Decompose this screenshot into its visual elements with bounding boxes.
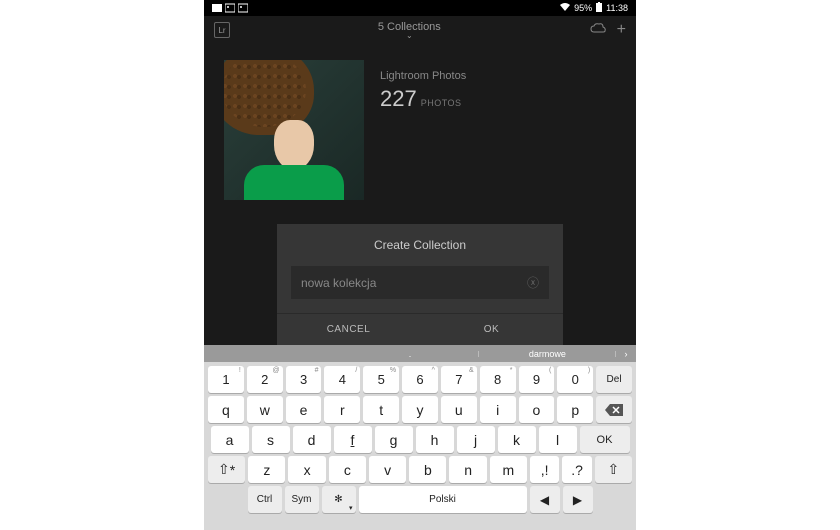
create-collection-dialog: Create Collection ⓧ CANCEL OK: [277, 224, 563, 345]
key-arrow-left[interactable]: ◀: [530, 486, 560, 513]
cancel-button[interactable]: CANCEL: [277, 314, 420, 345]
dialog-input-row: ⓧ: [291, 266, 549, 299]
key-3[interactable]: 3#: [286, 366, 322, 393]
key-shift-right[interactable]: ⇧: [595, 456, 632, 483]
suggestion-bar: . darmowe ›: [204, 345, 636, 362]
wifi-icon: [560, 3, 570, 13]
key-2[interactable]: 2@: [247, 366, 283, 393]
key-c[interactable]: c: [329, 456, 366, 483]
key-settings[interactable]: ✻▾: [322, 486, 356, 513]
suggestion-3[interactable]: darmowe: [479, 349, 616, 359]
key-l[interactable]: l: [539, 426, 577, 453]
cloud-sync-icon[interactable]: [589, 22, 607, 39]
key-1[interactable]: 1!: [208, 366, 244, 393]
key-f[interactable]: f: [334, 426, 372, 453]
dialog-buttons: CANCEL OK: [277, 313, 563, 345]
collection-name-input[interactable]: [301, 276, 527, 290]
key-h[interactable]: h: [416, 426, 454, 453]
photo-count: 227PHOTOS: [380, 86, 466, 112]
key-d[interactable]: d: [293, 426, 331, 453]
key-k[interactable]: k: [498, 426, 536, 453]
clear-input-icon[interactable]: ⓧ: [527, 274, 539, 291]
status-left-icons: [212, 3, 248, 13]
app-header: Lr 5 Collections ⌄ +: [204, 16, 636, 44]
chevron-down-icon: ⌄: [406, 31, 413, 40]
collection-name: Lightroom Photos: [380, 70, 466, 82]
suggestion-2[interactable]: .: [341, 349, 478, 359]
key-n[interactable]: n: [449, 456, 486, 483]
key-j[interactable]: j: [457, 426, 495, 453]
key-m[interactable]: m: [490, 456, 527, 483]
virtual-keyboard: . darmowe › 1!2@3#4/5%6^7&8*9(0)Del qwer…: [204, 345, 636, 530]
key-5[interactable]: 5%: [363, 366, 399, 393]
key-comma[interactable]: ,!: [530, 456, 559, 483]
key-w[interactable]: w: [247, 396, 283, 423]
key-z[interactable]: z: [248, 456, 285, 483]
collection-thumbnail: [224, 60, 364, 200]
image-icon: [225, 3, 235, 13]
key-sym[interactable]: Sym: [285, 486, 319, 513]
status-bar: 95% 11:38: [204, 0, 636, 16]
lightroom-logo-icon[interactable]: Lr: [214, 22, 230, 38]
status-right: 95% 11:38: [560, 2, 628, 14]
key-p[interactable]: p: [557, 396, 593, 423]
header-title-group[interactable]: 5 Collections ⌄: [378, 21, 441, 40]
collection-row[interactable]: Lightroom Photos 227PHOTOS: [224, 60, 616, 200]
notification-icon: [212, 3, 222, 13]
key-a[interactable]: a: [211, 426, 249, 453]
key-r[interactable]: r: [324, 396, 360, 423]
content-area: Lightroom Photos 227PHOTOS Create Collec…: [204, 44, 636, 216]
key-9[interactable]: 9(: [519, 366, 555, 393]
key-b[interactable]: b: [409, 456, 446, 483]
key-u[interactable]: u: [441, 396, 477, 423]
clock-time: 11:38: [606, 3, 628, 13]
ok-button[interactable]: OK: [420, 314, 563, 345]
key-x[interactable]: x: [288, 456, 325, 483]
battery-icon: [596, 2, 602, 14]
key-spacebar[interactable]: Polski: [359, 486, 527, 513]
key-s[interactable]: s: [252, 426, 290, 453]
key-8[interactable]: 8*: [480, 366, 516, 393]
key-delete[interactable]: Del: [596, 366, 632, 393]
key-t[interactable]: t: [363, 396, 399, 423]
key-period[interactable]: .?: [562, 456, 591, 483]
collection-info: Lightroom Photos 227PHOTOS: [380, 60, 466, 200]
key-4[interactable]: 4/: [324, 366, 360, 393]
key-e[interactable]: e: [286, 396, 322, 423]
key-ok[interactable]: OK: [580, 426, 630, 453]
suggestion-expand-icon[interactable]: ›: [616, 349, 636, 359]
dialog-title: Create Collection: [277, 238, 563, 266]
key-backspace[interactable]: [596, 396, 632, 423]
battery-percent: 95%: [574, 3, 592, 13]
key-6[interactable]: 6^: [402, 366, 438, 393]
image-icon-2: [238, 3, 248, 13]
key-0[interactable]: 0): [557, 366, 593, 393]
key-g[interactable]: g: [375, 426, 413, 453]
key-y[interactable]: y: [402, 396, 438, 423]
key-v[interactable]: v: [369, 456, 406, 483]
key-i[interactable]: i: [480, 396, 516, 423]
key-arrow-right[interactable]: ▶: [563, 486, 593, 513]
key-7[interactable]: 7&: [441, 366, 477, 393]
key-q[interactable]: q: [208, 396, 244, 423]
key-o[interactable]: o: [519, 396, 555, 423]
key-ctrl[interactable]: Ctrl: [248, 486, 282, 513]
key-shift[interactable]: ⇧*: [208, 456, 245, 483]
add-icon[interactable]: +: [617, 21, 626, 39]
